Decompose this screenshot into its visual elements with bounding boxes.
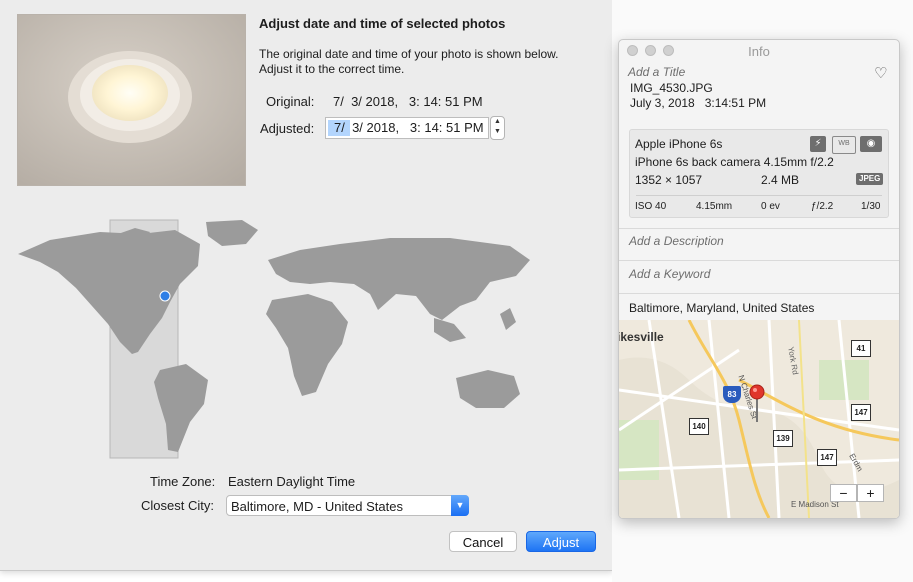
file-size: 2.4 MB xyxy=(761,173,800,187)
original-datetime: 7/ 3/ 2018, 3: 14: 51 PM xyxy=(333,94,483,109)
white-balance-icon: WB xyxy=(832,136,856,154)
location-pin-icon[interactable] xyxy=(159,290,171,302)
camera-model: Apple iPhone 6s xyxy=(635,137,723,151)
keyword-field[interactable]: Add a Keyword xyxy=(629,267,710,281)
adjust-button[interactable]: Adjust xyxy=(526,531,596,552)
map-zoom-out-button[interactable]: − xyxy=(830,484,857,502)
aperture-value: ƒ/2.2 xyxy=(811,201,834,212)
continents xyxy=(18,220,530,452)
photo-time: 3:14:51 PM xyxy=(704,96,767,110)
photo-thumbnail xyxy=(17,14,246,186)
adjusted-label: Adjusted: xyxy=(260,121,315,136)
closest-city-label: Closest City: xyxy=(141,498,214,513)
route-shield-icon: 147 xyxy=(817,449,837,466)
exif-box: Apple iPhone 6s ⚡ WB ◉ iPhone 6s back ca… xyxy=(629,129,889,218)
sheet-description: The original date and time of your photo… xyxy=(259,47,559,76)
original-label: Original: xyxy=(266,94,315,109)
divider xyxy=(619,228,899,229)
cancel-button[interactable]: Cancel xyxy=(449,531,517,552)
datetime-stepper[interactable]: ▲ ▼ xyxy=(490,116,505,140)
stepper-down-icon[interactable]: ▼ xyxy=(491,127,504,137)
map-pin-icon[interactable] xyxy=(749,384,765,424)
timezone-label: Time Zone: xyxy=(150,474,216,489)
route-shield-icon: 147 xyxy=(851,404,871,421)
heart-icon[interactable]: ♡ xyxy=(874,64,887,82)
add-title-field[interactable]: Add a Title xyxy=(628,65,685,79)
image-dimensions: 1352 × 1057 xyxy=(635,173,703,187)
flash-icon: ⚡ xyxy=(810,136,826,152)
adjusted-datetime-field[interactable]: 7/ 3/ 2018, 3: 14: 51 PM xyxy=(325,117,489,139)
shutter-speed-value: 1/30 xyxy=(861,201,881,212)
photo-date: July 3, 2018 xyxy=(630,96,695,110)
divider xyxy=(619,293,899,294)
chevron-down-icon[interactable]: ▼ xyxy=(451,495,469,516)
exposure-bias-value: 0 ev xyxy=(761,201,780,212)
world-map[interactable] xyxy=(10,214,550,464)
iso-value: ISO 40 xyxy=(635,201,667,212)
lens-info: iPhone 6s back camera 4.15mm f/2.2 xyxy=(635,155,834,169)
timezone-value: Eastern Daylight Time xyxy=(228,474,356,489)
map-zoom-in-button[interactable]: + xyxy=(857,484,884,502)
adjust-date-sheet: Adjust date and time of selected photos … xyxy=(0,0,613,571)
route-shield-icon: 140 xyxy=(689,418,709,435)
exif-divider xyxy=(636,195,882,196)
info-titlebar[interactable]: Info xyxy=(619,40,899,62)
route-shield-icon: 41 xyxy=(851,340,871,357)
route-shield-icon: 139 xyxy=(773,430,793,447)
closest-city-select[interactable]: Baltimore, MD - United States ▼ xyxy=(226,495,469,516)
adjusted-datetime-rest[interactable]: / 3/ 2018, 3: 14: 51 PM xyxy=(341,120,483,135)
closest-city-value: Baltimore, MD - United States xyxy=(231,499,403,514)
metering-icon: ◉ xyxy=(860,136,882,152)
divider xyxy=(619,260,899,261)
description-field[interactable]: Add a Description xyxy=(629,234,724,248)
info-panel: Info Add a Title ♡ IMG_4530.JPG July 3, … xyxy=(618,39,900,519)
map-place-label: ikesville xyxy=(619,330,664,344)
sheet-title: Adjust date and time of selected photos xyxy=(259,16,506,31)
filename: IMG_4530.JPG xyxy=(630,81,713,95)
interstate-shield-icon: 83 xyxy=(723,386,741,403)
format-badge: JPEG xyxy=(856,173,884,185)
info-window-title: Info xyxy=(748,44,770,59)
location-name: Baltimore, Maryland, United States xyxy=(629,301,815,315)
focal-length-value: 4.15mm xyxy=(696,201,733,212)
stepper-up-icon[interactable]: ▲ xyxy=(491,117,504,127)
